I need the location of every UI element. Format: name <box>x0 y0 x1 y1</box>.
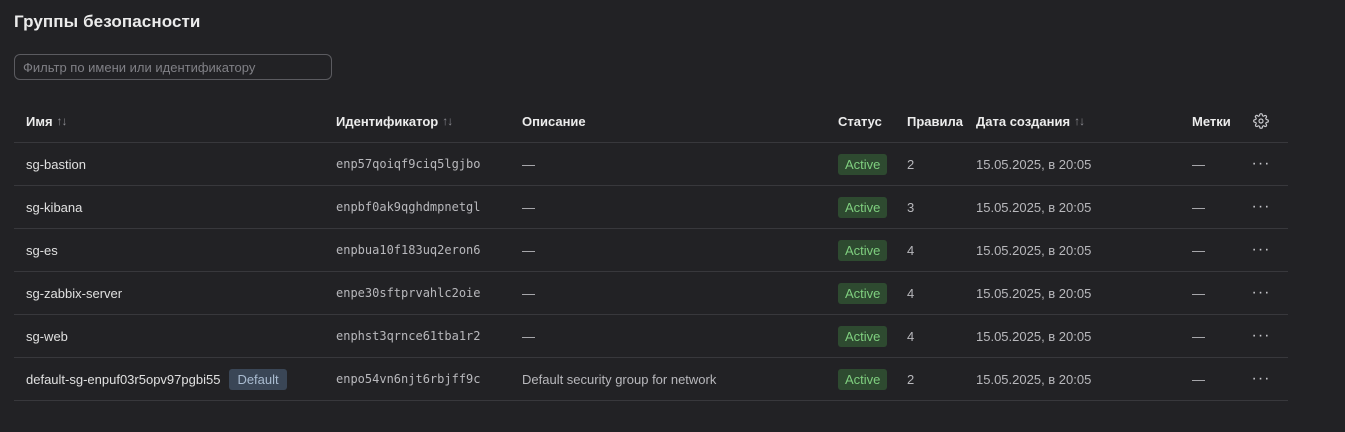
row-tags: — <box>1192 242 1205 258</box>
row-tags: — <box>1192 328 1205 344</box>
row-actions-button[interactable]: ··· <box>1252 186 1270 228</box>
row-created: 15.05.2025, в 20:05 <box>976 328 1092 344</box>
column-header-created[interactable]: Дата создания ↑↓ <box>976 100 1085 142</box>
row-created: 15.05.2025, в 20:05 <box>976 199 1092 215</box>
column-header-id[interactable]: Идентификатор ↑↓ <box>336 100 453 142</box>
search-input[interactable] <box>14 54 332 80</box>
row-created: 15.05.2025, в 20:05 <box>976 156 1092 172</box>
table-settings-button[interactable] <box>1252 100 1270 142</box>
more-options-icon[interactable]: ··· <box>1252 242 1271 258</box>
row-name[interactable]: sg-bastion <box>26 143 86 185</box>
row-name[interactable]: sg-es <box>26 229 58 271</box>
column-header-status: Статус <box>838 113 882 129</box>
row-rules: 2 <box>907 156 915 172</box>
row-status: Active <box>838 229 888 271</box>
table-row[interactable]: default-sg-enpuf03r5opv97pgbi55 Default … <box>14 358 1288 401</box>
status-badge: Active <box>838 153 888 175</box>
row-actions-button[interactable]: ··· <box>1252 358 1270 400</box>
sort-arrows-icon[interactable]: ↑↓ <box>57 114 68 128</box>
row-tags: — <box>1192 371 1205 387</box>
row-status: Active <box>838 315 888 357</box>
row-description: Default security group for network <box>522 371 717 387</box>
row-description: — <box>522 328 535 344</box>
more-options-icon[interactable]: ··· <box>1252 371 1271 387</box>
row-name[interactable]: sg-kibana <box>26 186 82 228</box>
status-badge: Active <box>838 325 888 347</box>
sort-arrows-icon[interactable]: ↑↓ <box>442 114 453 128</box>
row-description: — <box>522 156 535 172</box>
row-description: — <box>522 242 535 258</box>
row-actions-button[interactable]: ··· <box>1252 229 1270 271</box>
row-name[interactable]: default-sg-enpuf03r5opv97pgbi55 Default <box>26 358 287 400</box>
row-id: enphst3qrnce61tba1r2 <box>336 329 481 343</box>
row-status: Active <box>838 272 888 314</box>
row-created: 15.05.2025, в 20:05 <box>976 242 1092 258</box>
row-rules: 3 <box>907 199 915 215</box>
security-groups-table: Имя ↑↓ Идентификатор ↑↓ Описание Статус … <box>14 100 1288 401</box>
column-header-name[interactable]: Имя ↑↓ <box>26 100 68 142</box>
table-row[interactable]: sg-es enpbua10f183uq2eron6 — Active 4 15… <box>14 229 1288 272</box>
column-header-tags: Метки <box>1192 113 1231 129</box>
row-created: 15.05.2025, в 20:05 <box>976 285 1092 301</box>
row-status: Active <box>838 358 888 400</box>
more-options-icon[interactable]: ··· <box>1252 156 1271 172</box>
row-status: Active <box>838 186 888 228</box>
gear-icon[interactable] <box>1253 113 1269 129</box>
row-tags: — <box>1192 285 1205 301</box>
more-options-icon[interactable]: ··· <box>1252 328 1271 344</box>
row-description: — <box>522 199 535 215</box>
row-tags: — <box>1192 156 1205 172</box>
row-rules: 4 <box>907 242 915 258</box>
status-badge: Active <box>838 282 888 304</box>
row-description: — <box>522 285 535 301</box>
column-header-rules: Правила <box>907 113 963 129</box>
more-options-icon[interactable]: ··· <box>1252 199 1271 215</box>
row-id: enpe30sftprvahlc2oie <box>336 286 481 300</box>
row-id: enpbf0ak9qghdmpnetgl <box>336 200 481 214</box>
row-actions-button[interactable]: ··· <box>1252 315 1270 357</box>
row-status: Active <box>838 143 888 185</box>
row-rules: 4 <box>907 285 915 301</box>
sort-arrows-icon[interactable]: ↑↓ <box>1074 114 1085 128</box>
row-id: enpbua10f183uq2eron6 <box>336 243 481 257</box>
page-title: Группы безопасности <box>14 12 201 31</box>
default-badge: Default <box>229 368 287 390</box>
row-rules: 2 <box>907 371 915 387</box>
table-row[interactable]: sg-kibana enpbf0ak9qghdmpnetgl — Active … <box>14 186 1288 229</box>
row-created: 15.05.2025, в 20:05 <box>976 371 1092 387</box>
table-row[interactable]: sg-web enphst3qrnce61tba1r2 — Active 4 1… <box>14 315 1288 358</box>
row-rules: 4 <box>907 328 915 344</box>
row-id: enpo54vn6njt6rbjff9c <box>336 372 481 386</box>
table-header: Имя ↑↓ Идентификатор ↑↓ Описание Статус … <box>14 100 1288 143</box>
status-badge: Active <box>838 239 888 261</box>
row-actions-button[interactable]: ··· <box>1252 272 1270 314</box>
row-tags: — <box>1192 199 1205 215</box>
table-row[interactable]: sg-zabbix-server enpe30sftprvahlc2oie — … <box>14 272 1288 315</box>
table-row[interactable]: sg-bastion enp57qoiqf9ciq5lgjbo — Active… <box>14 143 1288 186</box>
status-badge: Active <box>838 196 888 218</box>
status-badge: Active <box>838 368 888 390</box>
row-name[interactable]: sg-web <box>26 315 68 357</box>
row-actions-button[interactable]: ··· <box>1252 143 1270 185</box>
more-options-icon[interactable]: ··· <box>1252 285 1271 301</box>
row-name[interactable]: sg-zabbix-server <box>26 272 122 314</box>
row-id: enp57qoiqf9ciq5lgjbo <box>336 157 481 171</box>
column-header-description: Описание <box>522 113 586 129</box>
